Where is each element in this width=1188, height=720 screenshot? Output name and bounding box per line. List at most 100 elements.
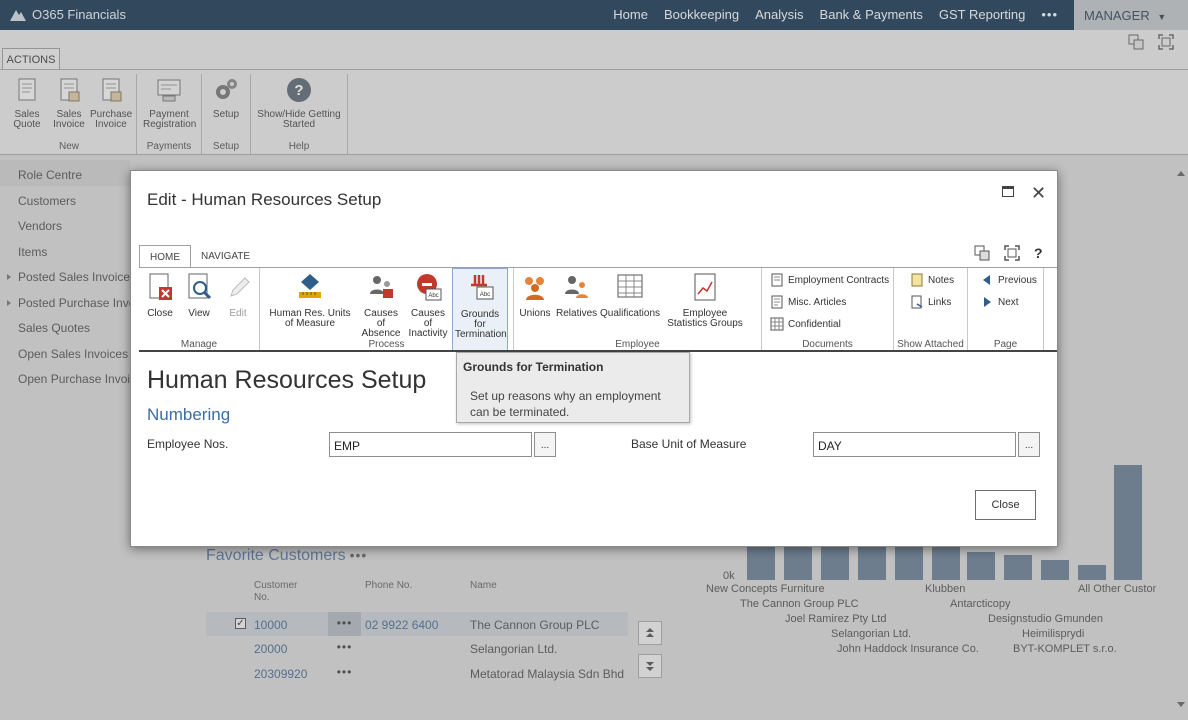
- row-actions-button[interactable]: •••: [328, 612, 361, 636]
- axis-zero-label: 0k: [723, 570, 735, 582]
- table-row[interactable]: ✓ 10000 ••• 02 9922 6400 The Cannon Grou…: [206, 612, 628, 636]
- customer-no[interactable]: 20309920: [254, 667, 307, 681]
- articles-icon: [771, 295, 783, 309]
- chart-bar[interactable]: [858, 546, 886, 580]
- row-checkbox[interactable]: ✓: [235, 618, 246, 629]
- arrow-up-icon: [646, 628, 654, 637]
- employment-contracts-button[interactable]: Employment Contracts: [770, 272, 889, 288]
- section-numbering[interactable]: Numbering: [147, 405, 230, 425]
- chart-bar[interactable]: [747, 546, 775, 580]
- table-icon: [617, 274, 643, 298]
- help-icon[interactable]: ?: [1034, 245, 1043, 261]
- next-button[interactable]: Next: [980, 294, 1037, 310]
- chart-label: Antarcticopy: [950, 598, 1011, 610]
- column-header-name[interactable]: Name: [470, 580, 497, 592]
- app-logo[interactable]: O365 Financials: [10, 7, 126, 22]
- page-scrollbar[interactable]: [1174, 158, 1188, 720]
- chart-bar[interactable]: [895, 546, 923, 580]
- chart-bar[interactable]: [1114, 465, 1142, 580]
- customer-no[interactable]: 20000: [254, 642, 287, 656]
- column-header-customer-no[interactable]: Customer No.: [254, 580, 306, 604]
- table-row[interactable]: 20309920 ••• Metatorad Malaysia Sdn Bhd: [206, 661, 628, 685]
- base-unit-of-measure-input[interactable]: DAY: [813, 432, 1016, 457]
- svg-text:Abc: Abc: [428, 293, 438, 299]
- tab-actions[interactable]: ACTIONS: [2, 48, 60, 70]
- scroll-down-icon[interactable]: [1177, 702, 1185, 707]
- group-label-new: New: [58, 141, 79, 152]
- scroll-up-icon[interactable]: [1177, 171, 1185, 176]
- sidebar-item-items[interactable]: Items: [0, 237, 130, 263]
- dialog-title: Edit - Human Resources Setup: [147, 190, 382, 209]
- customer-name: Selangorian Ltd.: [470, 642, 558, 656]
- group-label-setup: Setup: [212, 141, 240, 152]
- customer-no[interactable]: 10000: [254, 618, 287, 632]
- app-logo-icon: [10, 10, 26, 21]
- nav-bank-payments[interactable]: Bank & Payments: [820, 7, 923, 22]
- sidebar-item-open-purchase-invoices[interactable]: Open Purchase Invoices: [0, 364, 130, 390]
- tab-home[interactable]: HOME: [139, 245, 191, 268]
- sidebar-item-posted-sales-invoices[interactable]: Posted Sales Invoices: [0, 262, 130, 288]
- user-menu[interactable]: MANAGER ▼: [1074, 0, 1188, 30]
- links-button[interactable]: Links: [910, 294, 954, 310]
- sidebar-item-posted-purchase-invoices[interactable]: Posted Purchase Invoices: [0, 288, 130, 314]
- dialog-tabs: HOME NAVIGATE: [139, 245, 260, 268]
- table-row[interactable]: 20000 ••• Selangorian Ltd.: [206, 636, 628, 660]
- fullscreen-icon[interactable]: [1004, 245, 1020, 261]
- close-icon[interactable]: ✕: [1031, 183, 1046, 204]
- sidebar-item-vendors[interactable]: Vendors: [0, 211, 130, 237]
- nav-bookkeeping[interactable]: Bookkeeping: [664, 7, 739, 22]
- people-icon: [370, 276, 393, 298]
- group-label-payments: Payments: [146, 141, 192, 152]
- close-button[interactable]: Close: [975, 490, 1036, 520]
- ribbon-group-new: Sales Quote Sales Invoice Purchase Invoi…: [2, 74, 137, 154]
- previous-button[interactable]: Previous: [980, 272, 1037, 288]
- top-bar: O365 Financials Home Bookkeeping Analysi…: [0, 0, 1188, 30]
- row-actions-button[interactable]: •••: [328, 636, 361, 660]
- sidebar-item-sales-quotes[interactable]: Sales Quotes: [0, 313, 130, 339]
- nav-gst-reporting[interactable]: GST Reporting: [939, 7, 1025, 22]
- sidebar-item-role-centre[interactable]: Role Centre: [0, 160, 130, 186]
- confidential-button[interactable]: Confidential: [770, 316, 889, 332]
- contract-icon: [771, 273, 783, 287]
- sidebar-item-customers[interactable]: Customers: [0, 186, 130, 212]
- chart-label: Heimilisprydi: [1022, 628, 1085, 640]
- nav-analysis[interactable]: Analysis: [755, 7, 803, 22]
- chart-bar[interactable]: [784, 546, 812, 580]
- chart-bar[interactable]: [1041, 560, 1069, 580]
- move-down-button[interactable]: [638, 654, 662, 678]
- notes-button[interactable]: Notes: [910, 272, 954, 288]
- causes-of-inactivity-label: Causes of Inactivity: [408, 308, 448, 339]
- sidebar-item-open-sales-invoices[interactable]: Open Sales Invoices: [0, 339, 130, 365]
- chart-bar[interactable]: [1004, 555, 1032, 580]
- ribbon-group-employee: Unions Relatives Qualifications Employee…: [514, 268, 762, 351]
- nav-home[interactable]: Home: [613, 7, 648, 22]
- employee-nos-input[interactable]: EMP: [329, 432, 532, 457]
- tab-navigate[interactable]: NAVIGATE: [191, 245, 260, 268]
- links-label: Links: [928, 296, 952, 308]
- row-actions-button[interactable]: •••: [328, 661, 361, 685]
- chart-bar[interactable]: [1078, 565, 1106, 580]
- previous-label: Previous: [998, 274, 1037, 286]
- chart-bar[interactable]: [821, 546, 849, 580]
- copy-link-icon[interactable]: [1128, 34, 1144, 50]
- base-unit-of-measure-lookup-button[interactable]: ...: [1018, 432, 1040, 457]
- chart-bar[interactable]: [967, 552, 995, 580]
- nav-more-button[interactable]: •••: [1041, 7, 1058, 22]
- misc-articles-button[interactable]: Misc. Articles: [770, 294, 889, 310]
- employee-nos-lookup-button[interactable]: ...: [534, 432, 556, 457]
- group-label-page: Page: [993, 339, 1018, 350]
- unions-label: Unions: [519, 308, 551, 319]
- column-header-phone[interactable]: Phone No.: [365, 580, 412, 592]
- maximize-icon[interactable]: [1002, 186, 1014, 197]
- move-up-button[interactable]: [638, 621, 662, 645]
- base-unit-of-measure-label: Base Unit of Measure: [631, 437, 747, 451]
- ribbon-divider: [0, 69, 1188, 70]
- notes-label: Notes: [928, 274, 955, 286]
- chart-bar[interactable]: [932, 546, 960, 580]
- favorites-more-button[interactable]: •••: [350, 547, 368, 563]
- pencil-icon: [230, 277, 250, 297]
- relatives-label: Relatives: [556, 308, 598, 319]
- copy-link-icon[interactable]: [974, 245, 990, 261]
- phone-no[interactable]: 02 9922 6400: [365, 618, 438, 632]
- fullscreen-icon[interactable]: [1158, 34, 1174, 50]
